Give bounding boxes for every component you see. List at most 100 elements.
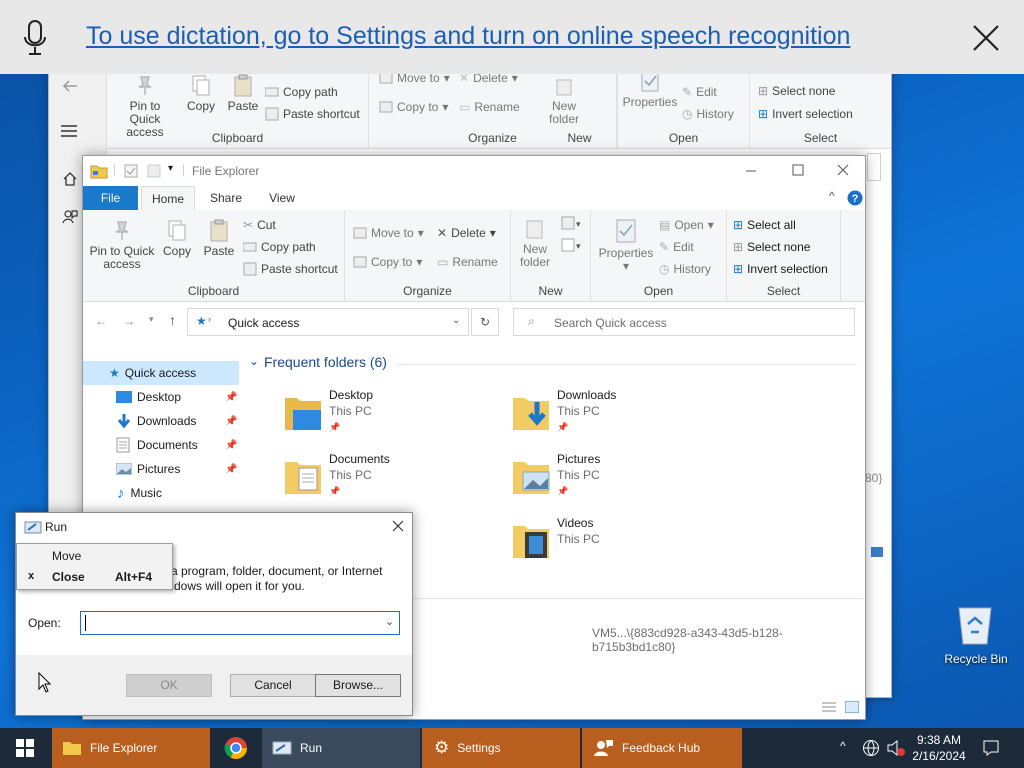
start-button[interactable] <box>0 728 50 768</box>
new-item-icon[interactable]: ▾ <box>561 216 583 230</box>
back-paste-shortcut-button[interactable]: Paste shortcut <box>265 107 360 121</box>
move-to-button[interactable]: Move to ▾ <box>353 226 424 240</box>
nav-downloads[interactable]: Downloads 📌 <box>83 409 239 433</box>
tab-view[interactable]: View <box>257 186 307 210</box>
nav-desktop[interactable]: Desktop 📌 <box>83 385 239 409</box>
nav-documents[interactable]: Documents 📌 <box>83 433 239 457</box>
folder-app-icon <box>90 165 108 179</box>
delete-button[interactable]: ✕ Delete ▾ <box>437 226 496 240</box>
copy-path-button[interactable]: Copy path <box>243 240 316 254</box>
nav-up-icon[interactable]: ↑ <box>169 312 176 328</box>
easy-access-icon[interactable]: ▾ <box>561 238 583 252</box>
open-combobox[interactable]: ⌄ <box>80 611 400 635</box>
recent-locations-icon[interactable]: ▾ <box>149 314 154 325</box>
nav-music[interactable]: ♪ Music <box>83 481 239 505</box>
taskbar-feedback-hub[interactable]: Feedback Hub <box>582 728 742 768</box>
browse-button[interactable]: Browse... <box>315 674 401 697</box>
paste-shortcut-button[interactable]: Paste shortcut <box>243 262 338 276</box>
select-none-button[interactable]: ⊞ Select none <box>733 240 810 254</box>
invert-selection-button[interactable]: ⊞ Invert selection <box>733 262 828 276</box>
address-dropdown-icon[interactable]: ⌄ <box>452 315 460 326</box>
back-copy-to-button[interactable]: Copy to ▾ <box>379 100 448 114</box>
taskbar-chrome[interactable] <box>212 728 260 768</box>
qat-dropdown-icon[interactable]: ▾ <box>168 163 173 174</box>
clock[interactable]: 9:38 AM 2/16/2024 <box>910 732 968 764</box>
cut-button[interactable]: ✂ Cut <box>243 218 276 232</box>
back-search-stub[interactable] <box>867 153 881 181</box>
minimize-icon[interactable] <box>745 165 757 177</box>
back-invert-selection-button[interactable]: ⊞ Invert selection <box>758 107 853 121</box>
volume-muted-icon[interactable] <box>886 739 906 757</box>
back-clipboard-group: Pin to Quick access Copy Paste Copy path… <box>107 67 369 148</box>
paste-shortcut-icon <box>265 107 279 121</box>
properties-button[interactable]: Properties ▾ <box>595 218 657 273</box>
taskbar-run[interactable]: Run <box>262 728 420 768</box>
open-button[interactable]: ▤ Open ▾ <box>659 218 714 232</box>
edit-button[interactable]: ✎ Edit <box>659 240 694 254</box>
properties-icon <box>616 219 636 243</box>
breadcrumb-chevron-icon[interactable]: › <box>208 314 211 324</box>
folder-desktop[interactable]: Desktop This PC 📌 <box>283 388 483 444</box>
taskbar-settings[interactable]: ⚙ Settings <box>422 728 580 768</box>
hamburger-menu-icon[interactable] <box>61 125 77 137</box>
menu-item-close[interactable]: x Close Alt+F4 <box>17 567 172 587</box>
search-box[interactable]: ⌕ Search Quick access <box>513 308 855 336</box>
maximize-icon[interactable] <box>792 164 804 176</box>
help-icon[interactable]: ? <box>847 190 863 206</box>
new-folder-qat-icon[interactable] <box>147 164 161 178</box>
back-pin-button[interactable]: Pin to Quick access <box>113 73 177 139</box>
details-view-icon[interactable] <box>821 701 837 713</box>
taskbar-file-explorer[interactable]: File Explorer <box>52 728 210 768</box>
close-icon[interactable] <box>837 164 849 176</box>
copy-to-button[interactable]: Copy to ▾ <box>353 255 422 269</box>
back-edit-button[interactable]: ✎ Edit <box>682 85 717 99</box>
ok-button[interactable]: OK <box>126 674 212 697</box>
back-history-button[interactable]: ◷ History <box>682 107 734 121</box>
nav-forward-icon[interactable]: → <box>123 314 135 328</box>
back-copy-path-button[interactable]: Copy path <box>265 85 338 99</box>
copy-button[interactable]: Copy <box>159 218 195 258</box>
rename-button[interactable]: ▭ Rename <box>437 255 498 269</box>
folder-videos[interactable]: Videos This PC <box>511 516 711 572</box>
menu-item-move[interactable]: Move <box>17 546 172 566</box>
close-icon[interactable] <box>970 22 1002 54</box>
dictation-settings-link[interactable]: To use dictation, go to Settings and tur… <box>86 22 850 51</box>
combobox-dropdown-icon[interactable]: ⌄ <box>385 615 394 628</box>
folder-documents[interactable]: Documents This PC 📌 <box>283 452 483 508</box>
paste-button[interactable]: Paste <box>199 218 239 258</box>
folder-downloads[interactable]: Downloads This PC 📌 <box>511 388 711 444</box>
show-hidden-icons-icon[interactable]: ^ <box>840 739 846 753</box>
recycle-bin-desktop-icon[interactable]: Recycle Bin <box>940 600 1012 670</box>
history-button[interactable]: ◷ History <box>659 262 711 276</box>
back-arrow-icon[interactable] <box>61 79 79 93</box>
folder-pictures[interactable]: Pictures This PC 📌 <box>511 452 711 508</box>
properties-qat-icon[interactable] <box>124 164 138 178</box>
back-new-folder-button[interactable]: New folder <box>544 77 584 126</box>
cancel-button[interactable]: Cancel <box>230 674 316 697</box>
nav-pictures[interactable]: Pictures 📌 <box>83 457 239 481</box>
pin-to-quick-access-button[interactable]: Pin to Quick access <box>88 218 156 271</box>
tab-share[interactable]: Share <box>201 186 251 210</box>
collapse-ribbon-icon[interactable]: ^ <box>829 189 835 203</box>
address-bar[interactable]: ★ › Quick access ⌄ <box>187 308 469 336</box>
action-center-icon[interactable] <box>982 739 1000 757</box>
home-icon[interactable] <box>62 171 78 187</box>
back-view-icon[interactable] <box>871 547 883 557</box>
back-copy-button[interactable]: Copy <box>183 73 219 113</box>
close-icon[interactable] <box>392 520 404 532</box>
back-rename-button[interactable]: ▭ Rename <box>459 100 520 114</box>
network-icon[interactable] <box>862 739 880 757</box>
new-folder-button[interactable]: New folder <box>515 218 555 269</box>
frequent-folders-header[interactable]: ⌄ Frequent folders (6) <box>249 354 859 376</box>
tab-file[interactable]: File <box>83 186 138 210</box>
feedback-person-icon[interactable] <box>62 209 78 225</box>
nav-quick-access[interactable]: ★ Quick access <box>83 361 239 385</box>
back-properties-button[interactable]: Properties <box>622 69 678 109</box>
tab-home[interactable]: Home <box>141 186 195 210</box>
back-paste-button[interactable]: Paste <box>223 73 263 113</box>
select-all-button[interactable]: ⊞ Select all <box>733 218 796 232</box>
nav-back-icon[interactable]: ← <box>95 314 107 328</box>
back-select-none-button[interactable]: ⊞ Select none <box>758 84 835 98</box>
refresh-button[interactable]: ↻ <box>471 308 499 336</box>
large-icons-view-icon[interactable] <box>845 701 859 713</box>
